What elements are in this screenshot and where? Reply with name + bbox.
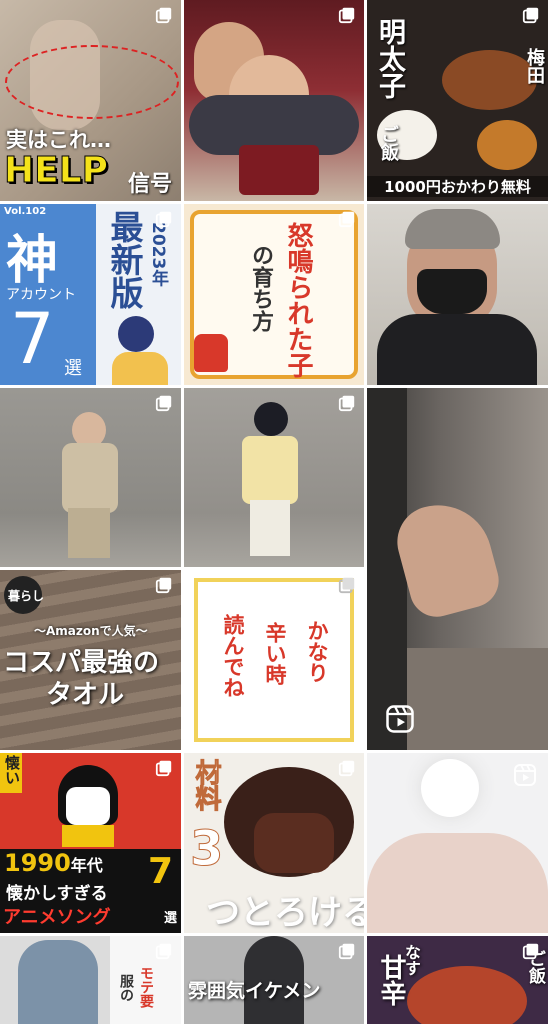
towel-sub: 〜Amazonで人気〜: [34, 624, 148, 638]
hair: [405, 209, 500, 249]
food-sub: ご飯: [378, 125, 399, 161]
food-price: 1000円おかわり無料: [367, 176, 548, 197]
help-title: HELP: [3, 150, 109, 192]
floor: [407, 648, 548, 750]
red-dashed-circle: [5, 45, 179, 119]
post-tile-help[interactable]: 実はこれ… HELP 信号: [0, 0, 181, 201]
latest-label: 最新版: [105, 210, 144, 309]
choco-tail: つとろける: [206, 893, 364, 933]
anime-line3: アニメソング: [3, 907, 111, 928]
mask: [417, 269, 487, 314]
post-tile-ikemen[interactable]: 雰囲気イケメン: [184, 936, 364, 1024]
sen-label: 選: [64, 358, 82, 379]
character-face: [66, 787, 110, 825]
post-tile-towel[interactable]: 暮らし 〜Amazonで人気〜 コスパ最強の タオル: [0, 570, 181, 750]
white-pants: [250, 500, 290, 556]
year-label: 2023年: [148, 222, 168, 287]
post-tile-donarareta[interactable]: 怒鳴られた子 の育ち方: [184, 204, 364, 385]
post-tile-food[interactable]: 明太子 ご飯 梅田 1000円おかわり無料: [367, 0, 548, 201]
kid-legs: [68, 508, 110, 558]
anime-line2: 懐かしすぎる: [6, 884, 108, 904]
tsurai-col3: かなり: [305, 620, 329, 683]
moteyou-t1: モテ要: [138, 966, 154, 1008]
post-tile-anime[interactable]: 懐い 1990年代 懐かしすぎる アニメソング 7 選: [0, 753, 181, 933]
post-tile-selfie[interactable]: [367, 204, 548, 385]
multi-photo-icon: [522, 942, 540, 960]
ikemen-title: 雰囲気イケメン: [188, 980, 321, 1002]
soup-bowl: [477, 120, 537, 170]
jacket: [377, 314, 537, 385]
baby-face: [367, 833, 548, 933]
tag-label: 暮らし: [8, 589, 45, 603]
multi-photo-icon: [338, 759, 356, 777]
choco-num: 3: [189, 821, 224, 878]
multi-photo-icon: [155, 394, 173, 412]
post-grid: 実はこれ… HELP 信号 明太子 ご飯 梅田 1000円おかわり無料 Vol.…: [0, 0, 548, 1024]
plate-stack: [239, 145, 319, 195]
food-location: 梅田: [524, 48, 545, 84]
post-tile-choco[interactable]: 材料 3 つとろける: [184, 753, 364, 933]
multi-photo-icon: [338, 6, 356, 24]
multi-photo-icon: [338, 394, 356, 412]
anime-num: 7: [148, 851, 174, 892]
moteyou-t2: 服の: [118, 974, 134, 1002]
multi-photo-icon: [155, 759, 173, 777]
nasu-t2: 甘辛: [376, 954, 406, 1006]
post-tile-nasu[interactable]: なす 甘辛 ご飯: [367, 936, 548, 1024]
kid-body: [62, 443, 118, 513]
post-tile-grandma[interactable]: [184, 0, 364, 201]
multi-photo-icon: [338, 942, 356, 960]
dark-panel: [367, 388, 407, 750]
seven-number: 7: [10, 298, 55, 380]
character-head: [118, 316, 154, 352]
kami-title: 神: [6, 231, 59, 291]
character-shirt: [62, 825, 114, 847]
donarareta-title: 怒鳴られた子: [283, 222, 313, 378]
post-tile-tsurai[interactable]: 読んでね 辛い時 かなり: [184, 570, 364, 750]
choco-material: 材料: [191, 759, 222, 812]
tsurai-col2: 辛い時: [263, 622, 287, 685]
anime-sen: 選: [164, 911, 178, 926]
multi-photo-icon: [338, 576, 356, 594]
help-sub: 信号: [128, 172, 173, 197]
jacket: [18, 940, 98, 1024]
multi-photo-icon: [155, 6, 173, 24]
post-tile-kid1[interactable]: [0, 388, 181, 567]
character-body: [112, 352, 168, 385]
post-tile-moteyou[interactable]: モテ要 服の: [0, 936, 181, 1024]
cap: [254, 402, 288, 436]
anime-top: 懐い: [3, 755, 21, 785]
backpack-icon: [194, 334, 228, 372]
anime-year: 1990年代: [4, 849, 103, 877]
multi-photo-icon: [155, 576, 173, 594]
reels-icon: [513, 763, 537, 787]
multi-photo-icon: [522, 6, 540, 24]
post-tile-kid2[interactable]: [184, 388, 364, 567]
vol-label: Vol.102: [4, 206, 47, 217]
yellow-shirt: [242, 436, 298, 504]
post-tile-cat[interactable]: [367, 388, 548, 750]
lamp: [421, 759, 479, 817]
eggplant-dish: [407, 966, 527, 1024]
multi-photo-icon: [155, 210, 173, 228]
reels-icon: [385, 704, 415, 734]
towel-title2: タオル: [46, 680, 125, 710]
donarareta-sub: の育ち方: [248, 244, 273, 332]
cake-slice: [254, 813, 334, 873]
post-tile-baby[interactable]: [367, 753, 548, 933]
food-title: 明太子: [374, 18, 405, 99]
post-tile-kami[interactable]: Vol.102 神 アカウント 7 選 最新版 2023年: [0, 204, 181, 385]
multi-photo-icon: [155, 942, 173, 960]
multi-photo-icon: [338, 210, 356, 228]
tsurai-col1: 読んでね: [221, 614, 245, 698]
